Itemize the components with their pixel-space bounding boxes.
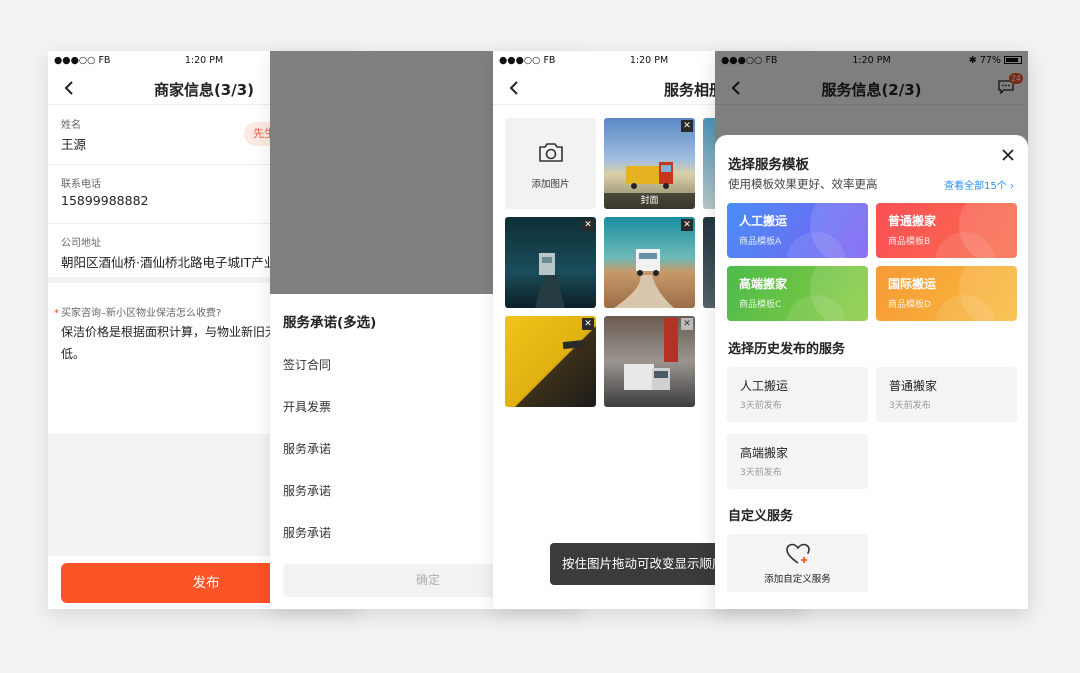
delete-photo-icon[interactable]: ✕ <box>681 219 693 231</box>
template-card[interactable]: 普通搬家 商品模板B <box>876 203 1017 258</box>
modal-subtitle: 使用模板效果更好、效率更高 <box>728 177 878 191</box>
template-name: 人工搬运 <box>739 214 788 228</box>
cover-label: 封面 <box>604 193 695 209</box>
delete-photo-icon[interactable]: ✕ <box>582 219 594 231</box>
photo-tile[interactable]: ✕ <box>505 217 596 308</box>
address-label: 公司地址 <box>61 238 101 249</box>
phone-value: 15899988882 <box>61 193 149 208</box>
custom-title: 自定义服务 <box>728 509 794 524</box>
view-all-text: 查看全部15个 <box>944 181 1007 192</box>
photo-tile[interactable]: ✕ <box>604 316 695 407</box>
history-name: 人工搬运 <box>740 379 789 393</box>
carrier-signal: ●●●○○ FB <box>499 55 556 66</box>
option-invoice[interactable]: 开具发票 <box>283 398 331 415</box>
required-star: * <box>54 308 59 319</box>
delete-photo-icon[interactable]: ✕ <box>681 120 693 132</box>
history-time: 3天前发布 <box>889 401 931 411</box>
modal-title: 选择服务模板 <box>728 157 809 173</box>
template-name: 普通搬家 <box>888 214 937 228</box>
option-commitment[interactable]: 服务承诺 <box>283 524 331 541</box>
photo-tile[interactable]: ✕ <box>505 316 596 407</box>
sheet-title: 服务承诺(多选) <box>283 315 377 331</box>
name-label: 姓名 <box>61 120 81 131</box>
template-modal: 选择服务模板 使用模板效果更好、效率更高 查看全部15个 › 人工搬运 商品模板… <box>715 135 1028 609</box>
template-sub: 商品模板D <box>888 300 931 310</box>
view-all-link[interactable]: 查看全部15个 › <box>944 177 1014 192</box>
history-time: 3天前发布 <box>740 468 782 478</box>
history-card[interactable]: 人工搬运 3天前发布 <box>727 367 868 422</box>
option-commitment[interactable]: 服务承诺 <box>283 440 331 457</box>
question-text: 买家咨询–新小区物业保洁怎么收费? <box>61 308 222 319</box>
delete-photo-icon[interactable]: ✕ <box>582 318 594 330</box>
chevron-right-icon: › <box>1010 181 1014 192</box>
add-photo-label: 添加图片 <box>531 179 570 190</box>
history-card[interactable]: 普通搬家 3天前发布 <box>876 367 1017 422</box>
history-title: 选择历史发布的服务 <box>728 342 846 357</box>
template-sub: 商品模板C <box>739 300 782 310</box>
phone-label: 联系电话 <box>61 179 101 190</box>
history-card[interactable]: 高端搬家 3天前发布 <box>727 434 868 489</box>
photo-tile[interactable]: ✕ <box>604 217 695 308</box>
template-name: 国际搬运 <box>888 277 937 291</box>
template-sub: 商品模板B <box>888 237 931 247</box>
add-custom-service-label: 添加自定义服务 <box>764 574 831 585</box>
service-info-screen: ●●●○○ FB 1:20 PM ✱ 77% 服务信息(2/3) 24 选择服务… <box>715 51 1028 609</box>
question-label: * 买家咨询–新小区物业保洁怎么收费? <box>54 304 221 319</box>
name-value: 王源 <box>61 137 87 152</box>
photo-tile[interactable]: ✕ 封面 <box>604 118 695 209</box>
add-photo-button[interactable]: 添加图片 <box>505 118 596 209</box>
heart-add-icon <box>786 543 810 564</box>
template-card[interactable]: 高端搬家 商品模板C <box>727 266 868 321</box>
option-contract[interactable]: 签订合同 <box>283 356 331 373</box>
history-name: 普通搬家 <box>889 379 938 393</box>
carrier-signal: ●●●○○ FB <box>54 55 111 66</box>
template-sub: 商品模板A <box>739 237 782 247</box>
status-time: 1:20 PM <box>184 55 224 66</box>
address-value: 朝阳区酒仙桥·酒仙桥北路电子城IT产业园 <box>61 255 289 270</box>
close-icon[interactable] <box>1000 147 1016 163</box>
template-card[interactable]: 人工搬运 商品模板A <box>727 203 868 258</box>
delete-photo-icon[interactable]: ✕ <box>681 318 693 330</box>
template-name: 高端搬家 <box>739 277 788 291</box>
add-custom-service-button[interactable]: 添加自定义服务 <box>727 534 868 592</box>
template-card[interactable]: 国际搬运 商品模板D <box>876 266 1017 321</box>
camera-icon <box>539 143 563 162</box>
status-time: 1:20 PM <box>629 55 669 66</box>
history-name: 高端搬家 <box>740 446 789 460</box>
option-commitment[interactable]: 服务承诺 <box>283 482 331 499</box>
history-time: 3天前发布 <box>740 401 782 411</box>
